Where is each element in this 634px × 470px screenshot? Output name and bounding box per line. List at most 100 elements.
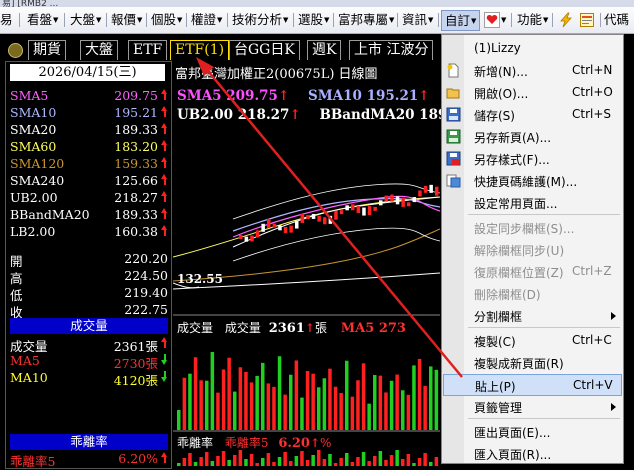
ctx-item-1[interactable]: 新增(N)... Ctrl+N (443, 60, 622, 82)
bias-bar (361, 452, 366, 466)
ctx-item-13[interactable]: 複製(C) Ctrl+C (443, 330, 622, 352)
ctx-item-0[interactable]: (1)Lizzy (443, 38, 622, 60)
menu-item-watch[interactable]: 看盤▼ (27, 7, 58, 33)
chevron-down-icon: ▼ (389, 16, 395, 24)
ctx-item-7[interactable]: 設定常用頁面... (443, 192, 622, 214)
bias-bar (317, 450, 321, 466)
ctx-item-18[interactable]: 匯入頁面(R)... (443, 443, 622, 465)
bias-bar (182, 458, 187, 466)
volume-bar (221, 369, 226, 430)
tab-gg-daily[interactable]: 台GG日K (229, 40, 300, 60)
indicator-name: UB2.00 (10, 190, 58, 205)
bias-bar (378, 451, 383, 466)
volume-bar (389, 380, 394, 430)
chart-low-label: 132.55 (177, 272, 223, 286)
menu-item-quote[interactable]: 報價▼ (111, 7, 142, 33)
menu-item-code[interactable]: 代碼 (604, 7, 629, 33)
heart-icon[interactable] (484, 12, 500, 28)
menu-item-warrant[interactable]: 權證▼ (191, 7, 222, 33)
ctx-item-3[interactable]: 儲存(S) Ctrl+S (443, 104, 622, 126)
candle (423, 185, 428, 193)
bias-bar (205, 452, 209, 466)
volume-bar (177, 410, 181, 430)
ctx-item-12[interactable]: 分割欄框 (443, 305, 622, 327)
lightning-icon[interactable] (558, 12, 574, 28)
ctx-item-16[interactable]: 頁籤管理 (443, 396, 622, 418)
tab-jiangbo[interactable]: 上市 江波分 (349, 40, 434, 60)
menu-item-label: 另存樣式(F)... (474, 153, 550, 167)
indicator-value: 218.27 (114, 190, 158, 205)
notepad-icon[interactable] (579, 12, 595, 28)
paste-menu-item[interactable]: 貼上(P) Ctrl+V (443, 374, 622, 396)
ctx-item-2[interactable]: 開啟(O)... Ctrl+O (443, 82, 622, 104)
bias-bar (434, 457, 439, 466)
bias-bar (339, 458, 343, 466)
tab-menu-button[interactable] (8, 43, 23, 58)
candle (323, 217, 327, 225)
bias-bar (255, 463, 259, 466)
ctx-item-11[interactable]: 刪除欄框(D) (443, 283, 622, 305)
volume-bar (378, 375, 383, 430)
menu-item-screener[interactable]: 選股▼ (298, 7, 329, 33)
ctx-item-4[interactable]: 另存新頁(A)... (443, 126, 622, 148)
tab-etf-1[interactable]: ETF(1) (170, 40, 230, 60)
volume-bar (333, 386, 338, 430)
candle (435, 186, 439, 196)
bias-bar (233, 455, 237, 466)
menu-item-yi[interactable]: 易 (0, 7, 13, 33)
candle (239, 235, 243, 239)
menu-item-label: 貼上(P) (475, 380, 516, 394)
indicator-row: SMA60 183.20 (10, 139, 170, 156)
volume-bar (238, 367, 243, 430)
menu-item-function[interactable]: 功能▼ (517, 7, 548, 33)
candle (362, 207, 366, 216)
bias-bar (210, 461, 215, 466)
bias-bar (384, 460, 388, 466)
menu-item-custom[interactable]: 自訂▼ (441, 10, 481, 31)
chevron-down-icon: ▼ (471, 17, 477, 25)
ctx-item-5[interactable]: 另存樣式(F)... (443, 148, 622, 170)
indicator-name: SMA10 (10, 105, 57, 120)
menu-item-stock[interactable]: 個股▼ (151, 7, 182, 33)
menu-item-label: 頁籤管理 (474, 401, 523, 415)
bias-name: 乖離率5 (10, 454, 56, 469)
ctx-item-14[interactable]: 複製成新頁面(R) (443, 352, 622, 374)
menu-item-fubon[interactable]: 富邦專屬▼ (338, 7, 394, 33)
indicator-value: 183.20 (114, 139, 158, 154)
ctx-item-8[interactable]: 設定同步欄框(S)... (443, 217, 622, 239)
up-arrow-icon: ↑ (418, 88, 430, 104)
chevron-down-icon[interactable]: ▼ (500, 7, 506, 33)
chart-title: 富邦臺灣加權正2(00675L) 日線圖 (175, 67, 378, 82)
tab-etf[interactable]: ETF (128, 40, 168, 60)
menu-item-technical-label: 技術分析 (232, 12, 283, 27)
volume-bar (406, 394, 411, 430)
volume-bar (356, 380, 360, 430)
volume-bar (350, 396, 355, 430)
menu-bar: 易 看盤▼ 大盤▼ 報價▼ 個股▼ 權證▼ 技術分析▼ 選股▼ 富邦專屬▼ 資訊… (0, 7, 634, 34)
menu-item-shortcut: Ctrl+Z (572, 264, 612, 278)
bias-bar (389, 455, 394, 466)
ctx-item-9[interactable]: 解除欄框同步(U) (443, 239, 622, 261)
tab-futures[interactable]: 期貨 (28, 40, 66, 60)
tab-market[interactable]: 大盤 (80, 40, 118, 60)
volume-bar (434, 369, 439, 430)
chevron-down-icon: ▼ (177, 16, 183, 24)
candle (395, 196, 400, 205)
menu-item-info[interactable]: 資訊▼ (402, 7, 433, 33)
bias-bar (238, 450, 243, 466)
ctx-item-6[interactable]: 快捷頁碼維護(M)... (443, 170, 622, 192)
volume-bar (384, 392, 388, 430)
ctx-item-10[interactable]: 復原欄框位置(Z) Ctrl+Z (443, 261, 622, 283)
up-arrow-icon (161, 89, 168, 100)
menu-item-market[interactable]: 大盤▼ (70, 7, 101, 33)
ctx-item-17[interactable]: 匯出頁面(E)... (443, 421, 622, 443)
legend-ub: UB2.00 218.27 (177, 107, 290, 123)
menu-item-label: (1)Lizzy (474, 41, 521, 55)
tab-weekly[interactable]: 週K (307, 40, 342, 60)
bias-bar (277, 457, 282, 466)
chevron-right-icon (611, 312, 616, 320)
bias-bar (373, 456, 377, 466)
menu-item-stock-label: 個股 (151, 12, 177, 27)
bias-bar (300, 451, 304, 466)
menu-item-technical[interactable]: 技術分析▼ (232, 7, 288, 33)
